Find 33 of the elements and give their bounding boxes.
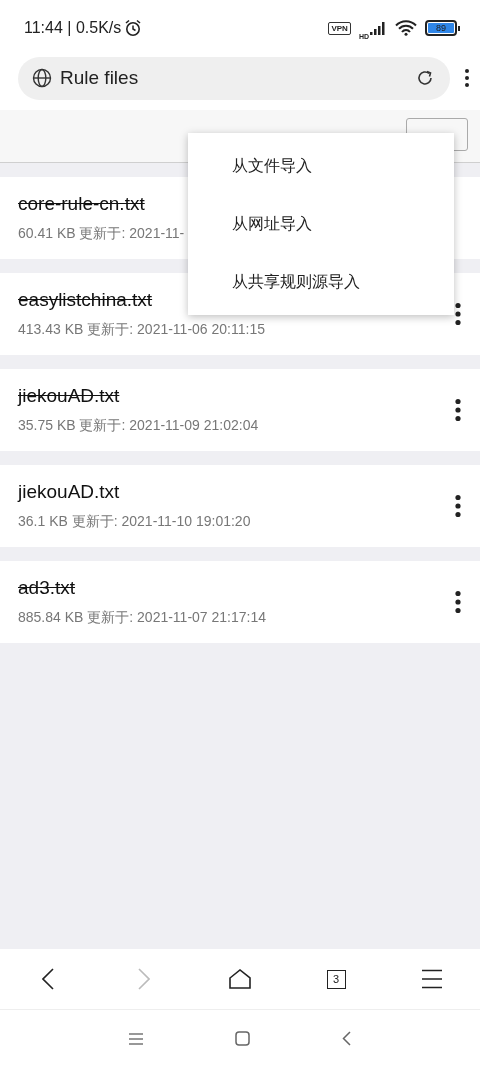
alarm-clock-icon — [124, 19, 143, 37]
file-info: 60.41 KB 更新于: 2021-11- — [18, 225, 185, 243]
file-name: ad3.txt — [18, 577, 76, 599]
square-icon[interactable] — [235, 1031, 250, 1046]
menu-icon[interactable] — [421, 969, 443, 989]
page-title: Rule files — [60, 67, 140, 89]
menu-item[interactable]: 从共享规则源导入 — [188, 253, 454, 311]
more-vertical-icon[interactable] — [464, 68, 470, 88]
tabs-button[interactable]: 3 — [326, 969, 346, 989]
file-info: 36.1 KB 更新于: 2021-11-10 19:01:20 — [18, 513, 251, 531]
file-name: jiekouAD.txt — [18, 481, 120, 503]
more-vertical-icon[interactable] — [454, 398, 462, 422]
globe-icon — [32, 68, 52, 88]
battery-level-label: 89 — [428, 23, 454, 33]
more-vertical-icon[interactable] — [454, 494, 462, 518]
file-name: core-rule-cn.txt — [18, 193, 145, 215]
more-vertical-icon[interactable] — [454, 302, 462, 326]
file-info: 35.75 KB 更新于: 2021-11-09 21:02:04 — [18, 417, 259, 435]
more-vertical-icon[interactable] — [454, 590, 462, 614]
menu-item[interactable]: 从文件导入 — [188, 137, 454, 195]
file-name: easylistchina.txt — [18, 289, 153, 311]
back-icon[interactable] — [42, 968, 54, 990]
menu-item[interactable]: 从网址导入 — [188, 195, 454, 253]
home-icon[interactable] — [229, 969, 251, 989]
signal-icon — [369, 20, 387, 36]
file-info: 885.84 KB 更新于: 2021-11-07 21:17:14 — [18, 609, 266, 627]
file-info: 413.43 KB 更新于: 2021-11-06 20:11:15 — [18, 321, 265, 339]
file-name: jiekouAD.txt — [18, 385, 120, 407]
vpn-indicator: VPN — [328, 21, 351, 35]
address-bar[interactable]: Rule files — [18, 56, 450, 100]
status-time: 11:44 | 0.5K/s — [24, 19, 122, 37]
reload-icon[interactable] — [416, 69, 434, 87]
wifi-icon — [395, 20, 417, 36]
